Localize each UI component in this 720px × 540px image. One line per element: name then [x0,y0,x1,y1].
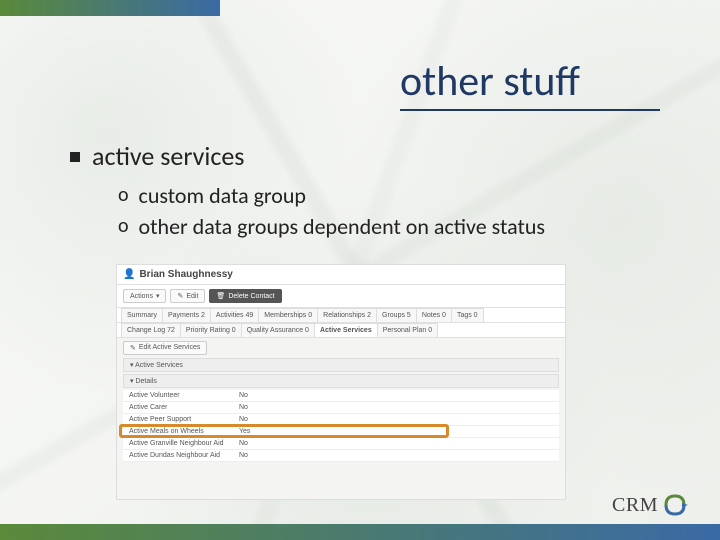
bullet-item: active services [70,140,680,172]
logo-mark-icon [662,492,688,518]
edit-active-services-button[interactable]: ✎Edit Active Services [123,341,207,355]
slide-title-block: other stuff [400,56,660,111]
tab-tags-0[interactable]: Tags 0 [451,308,484,322]
row-label: Active Meals on Wheels [129,428,239,435]
tab-change-log-72[interactable]: Change Log 72 [121,323,181,337]
table-row: Active Peer SupportNo [123,414,559,426]
tab-priority-rating-0[interactable]: Priority Rating 0 [180,323,242,337]
tab-payments-2[interactable]: Payments 2 [162,308,211,322]
edit-button[interactable]: ✎Edit [170,289,205,303]
bottom-stripe [0,524,720,540]
tab-quality-assurance-0[interactable]: Quality Assurance 0 [241,323,315,337]
table-row: Active Meals on WheelsYes [123,426,559,438]
chevron-down-icon: ▾ [156,292,160,300]
tab-activities-49[interactable]: Activities 49 [210,308,259,322]
sub-bullet-item: o other data groups dependent on active … [118,213,680,240]
tab-relationships-2[interactable]: Relationships 2 [317,308,377,322]
delete-contact-button[interactable]: 🗑Delete Contact [209,289,281,303]
table-row: Active Dundas Neighbour AidNo [123,450,559,462]
active-services-panel: ✎Edit Active Services ▾ Active Services … [117,338,565,465]
embedded-screenshot: 👤 Brian Shaughnessy Actions▾ ✎Edit 🗑Dele… [116,264,566,500]
table-row: Active Granville Neighbour AidNo [123,438,559,450]
circle-bullet-icon: o [118,182,129,208]
tab-summary[interactable]: Summary [121,308,163,322]
row-label: Active Volunteer [129,392,239,399]
contact-header: 👤 Brian Shaughnessy [117,265,565,285]
circle-bullet-icon: o [118,213,129,239]
sub-bullet-item: o custom data group [118,182,680,209]
top-stripe [0,0,220,16]
person-icon: 👤 [123,269,135,280]
row-label: Active Carer [129,404,239,411]
bullet-text: active services [92,140,244,172]
tab-notes-0[interactable]: Notes 0 [416,308,452,322]
side-arc-decoration [0,10,60,530]
sub-bullet-text: custom data group [139,182,306,209]
row-value: No [239,452,248,459]
sub-bullet-text: other data groups dependent on active st… [139,213,545,240]
logo-text: CRM [612,494,658,517]
contact-name: Brian Shaughnessy [139,269,232,280]
secondary-tab-row: Change Log 72Priority Rating 0Quality As… [117,323,565,338]
section-header[interactable]: ▾ Active Services [123,358,559,372]
crm-logo: CRM [612,492,688,518]
row-value: No [239,404,248,411]
sub-bullet-list: o custom data group o other data groups … [118,182,680,240]
tab-personal-plan-0[interactable]: Personal Plan 0 [377,323,438,337]
row-value: No [239,392,248,399]
primary-tab-row: SummaryPayments 2Activities 49Membership… [117,308,565,323]
slide-title: other stuff [400,56,660,107]
slide-content: active services o custom data group o ot… [70,140,680,244]
tab-groups-5[interactable]: Groups 5 [376,308,417,322]
trash-icon: 🗑 [216,292,225,300]
pencil-icon: ✎ [130,344,136,352]
row-value: No [239,416,248,423]
table-row: Active VolunteerNo [123,390,559,402]
row-value: Yes [239,428,250,435]
table-row: Active CarerNo [123,402,559,414]
square-bullet-icon [70,152,80,162]
tab-memberships-0[interactable]: Memberships 0 [258,308,318,322]
pencil-icon: ✎ [177,292,183,300]
section-header[interactable]: ▾ Details [123,374,559,388]
row-label: Active Dundas Neighbour Aid [129,452,239,459]
action-button-row: Actions▾ ✎Edit 🗑Delete Contact [117,285,565,308]
services-table: Active VolunteerNoActive CarerNoActive P… [123,390,559,462]
row-label: Active Granville Neighbour Aid [129,440,239,447]
title-underline [400,109,660,111]
row-label: Active Peer Support [129,416,239,423]
row-value: No [239,440,248,447]
tab-active-services[interactable]: Active Services [314,323,378,337]
actions-button[interactable]: Actions▾ [123,289,166,303]
